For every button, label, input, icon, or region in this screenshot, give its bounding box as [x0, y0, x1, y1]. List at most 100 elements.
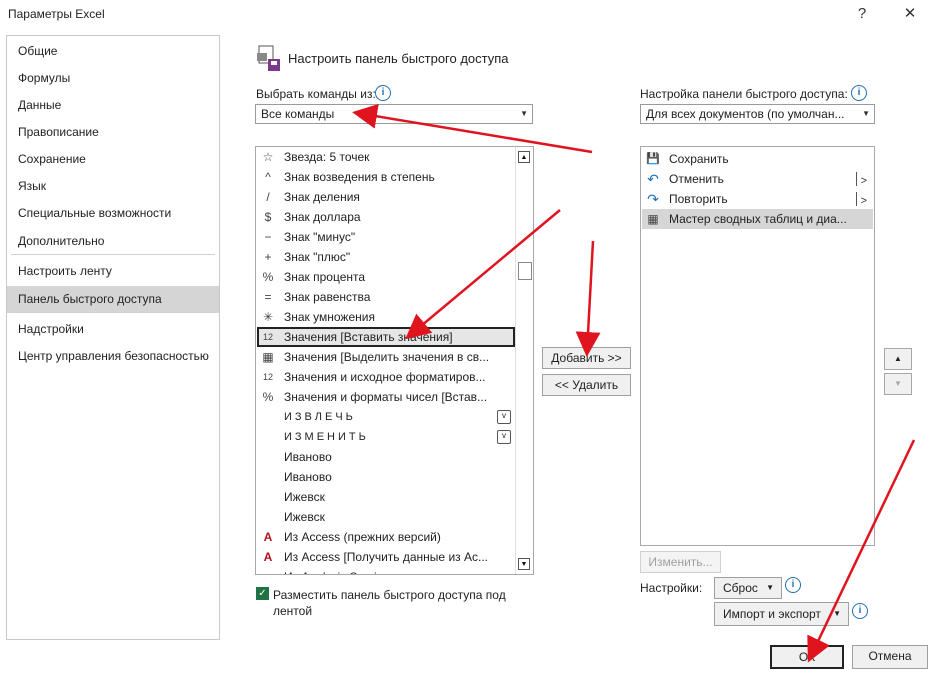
window-title: Параметры Excel	[8, 7, 105, 21]
nav-item[interactable]: Надстройки	[7, 316, 219, 343]
command-label: Знак умножения	[284, 310, 375, 324]
command-item[interactable]: ☆ Звезда: 5 точек	[257, 147, 515, 167]
close-button[interactable]: ✕	[896, 2, 924, 26]
ok-button[interactable]: ОК	[770, 645, 844, 669]
reset-button[interactable]: Сброс ▼	[714, 577, 782, 599]
asterisk-icon: ✳	[262, 310, 274, 324]
command-item[interactable]: A Из Access [Получить данные из Ac...	[257, 547, 515, 567]
scroll-down-icon[interactable]: ▼	[518, 558, 530, 570]
command-item[interactable]: % Знак процента	[257, 267, 515, 287]
minus-icon: −	[264, 230, 272, 244]
command-label: ИЗМЕНИТЬ	[284, 431, 369, 443]
expand-icon[interactable]: v	[497, 410, 511, 424]
expand-icon[interactable]: v	[497, 430, 511, 444]
percent-icon: %	[262, 270, 274, 284]
toolbar-item[interactable]: ▦ Мастер сводных таблиц и диа...	[642, 209, 873, 229]
toolbar-items-list[interactable]: 💾 Сохранить ↶ Отменить > ↷ Повторить > ▦ Мастер с…	[640, 146, 875, 546]
equals-icon: =	[264, 290, 272, 304]
command-label: Значения и исходное форматиров...	[284, 370, 486, 384]
customize-toolbar-label: Настройка панели быстрого доступа:	[640, 87, 848, 101]
nav-separator	[11, 312, 215, 313]
info-icon[interactable]: i	[851, 85, 867, 101]
place-below-checkbox[interactable]: ✓	[256, 587, 269, 600]
command-item[interactable]: Иваново	[257, 467, 515, 487]
command-item[interactable]: Ижевск	[257, 507, 515, 527]
toolbar-item[interactable]: ↶ Отменить >	[642, 169, 873, 189]
chevron-right-icon[interactable]: >	[861, 191, 867, 211]
modify-button[interactable]: Изменить...	[640, 551, 721, 573]
nav-item[interactable]: Язык	[7, 173, 219, 200]
nav-item[interactable]: Общие	[7, 38, 219, 65]
place-below-label: Разместить панель быстрого доступа под л…	[273, 588, 506, 618]
options-nav: Общие Формулы Данные Правописание Сохранение…	[6, 35, 220, 640]
command-item[interactable]: ИЗВЛЕЧЬ v	[257, 407, 515, 427]
toolbar-item-label: Отменить	[669, 172, 724, 186]
commands-scrollbar[interactable]: ▲ ▼	[515, 147, 533, 574]
choose-commands-label: Выбрать команды из:	[256, 87, 376, 101]
command-item[interactable]: ИЗМЕНИТЬ v	[257, 427, 515, 447]
redo-icon: ↷	[647, 191, 659, 207]
caret-icon: ^	[265, 170, 271, 184]
move-up-button[interactable]: ▲	[884, 348, 912, 370]
command-label: Знак доллара	[284, 210, 361, 224]
quick-access-toolbar-icon	[257, 45, 280, 71]
command-item[interactable]: $ Знак доллара	[257, 207, 515, 227]
command-item[interactable]: A Из Access (прежних версий)	[257, 527, 515, 547]
nav-item[interactable]: Панель быстрого доступа	[7, 286, 219, 313]
customize-toolbar-value: Для всех документов (по умолчан...	[646, 107, 845, 121]
chevron-right-icon[interactable]: >	[861, 171, 867, 191]
nav-item[interactable]: Данные	[7, 92, 219, 119]
chevron-down-icon: ▼	[520, 109, 528, 118]
info-icon[interactable]: i	[375, 85, 391, 101]
command-item[interactable]: % Значения и форматы чисел [Встав...	[257, 387, 515, 407]
remove-button[interactable]: << Удалить	[542, 374, 631, 396]
commands-list[interactable]: Из Analysis Services A Из Access [Получить…	[255, 146, 534, 575]
command-label: Ижевск	[284, 510, 325, 524]
command-label: Иваново	[284, 470, 332, 484]
command-item[interactable]: ^ Знак возведения в степень	[257, 167, 515, 187]
help-button[interactable]: ?	[848, 2, 876, 26]
command-item[interactable]: = Знак равенства	[257, 287, 515, 307]
star-icon: ☆	[262, 150, 274, 164]
pivot-wizard-icon: ▦	[647, 212, 659, 226]
command-label: Знак деления	[284, 190, 360, 204]
info-icon[interactable]: i	[852, 603, 868, 619]
nav-item[interactable]: Дополнительно	[7, 228, 219, 255]
chevron-down-icon: ▼	[862, 109, 870, 118]
command-item[interactable]: / Знак деления	[257, 187, 515, 207]
choose-commands-label-text: Выбрать команды из:	[256, 87, 376, 101]
toolbar-item[interactable]: 💾 Сохранить	[642, 149, 873, 169]
import-export-button[interactable]: Импорт и экспорт ▼	[714, 602, 849, 626]
nav-item[interactable]: Правописание	[7, 119, 219, 146]
info-icon[interactable]: i	[785, 577, 801, 593]
choose-commands-value: Все команды	[261, 107, 335, 121]
command-item[interactable]: ▦ Значения [Выделить значения в св...	[257, 347, 515, 367]
scroll-thumb[interactable]	[518, 262, 532, 280]
command-item[interactable]: 12 Значения [Вставить значения]	[257, 327, 515, 347]
command-item[interactable]: ✳ Знак умножения	[257, 307, 515, 327]
command-item[interactable]: − Знак "минус"	[257, 227, 515, 247]
command-item[interactable]: Иваново	[257, 447, 515, 467]
move-down-button[interactable]: ▼	[884, 373, 912, 395]
nav-item[interactable]: Настроить ленту	[7, 258, 219, 285]
customize-toolbar-select[interactable]: Для всех документов (по умолчан... ▼	[640, 104, 875, 124]
page-title: Настроить панель быстрого доступа	[288, 51, 509, 66]
nav-item[interactable]: Специальные возможности	[7, 200, 219, 227]
scroll-up-icon[interactable]: ▲	[518, 151, 530, 163]
nav-item[interactable]: Сохранение	[7, 146, 219, 173]
command-item[interactable]: Ижевск	[257, 487, 515, 507]
settings-label: Настройки:	[640, 581, 703, 595]
paste-values-icon: 12	[262, 332, 273, 342]
nav-item[interactable]: Формулы	[7, 65, 219, 92]
cancel-button[interactable]: Отмена	[852, 645, 928, 669]
toolbar-item[interactable]: ↷ Повторить >	[642, 189, 873, 209]
command-item[interactable]: Из Analysis Services	[257, 567, 515, 574]
choose-commands-select[interactable]: Все команды ▼	[255, 104, 533, 124]
command-item[interactable]: + Знак "плюс"	[257, 247, 515, 267]
command-item[interactable]: 12 Значения и исходное форматиров...	[257, 367, 515, 387]
command-label: Звезда: 5 точек	[284, 150, 370, 164]
submenu-separator	[856, 192, 857, 206]
nav-item[interactable]: Центр управления безопасностью	[7, 343, 219, 370]
add-button[interactable]: Добавить >>	[542, 347, 631, 369]
values-number-format-icon: %	[262, 390, 274, 404]
